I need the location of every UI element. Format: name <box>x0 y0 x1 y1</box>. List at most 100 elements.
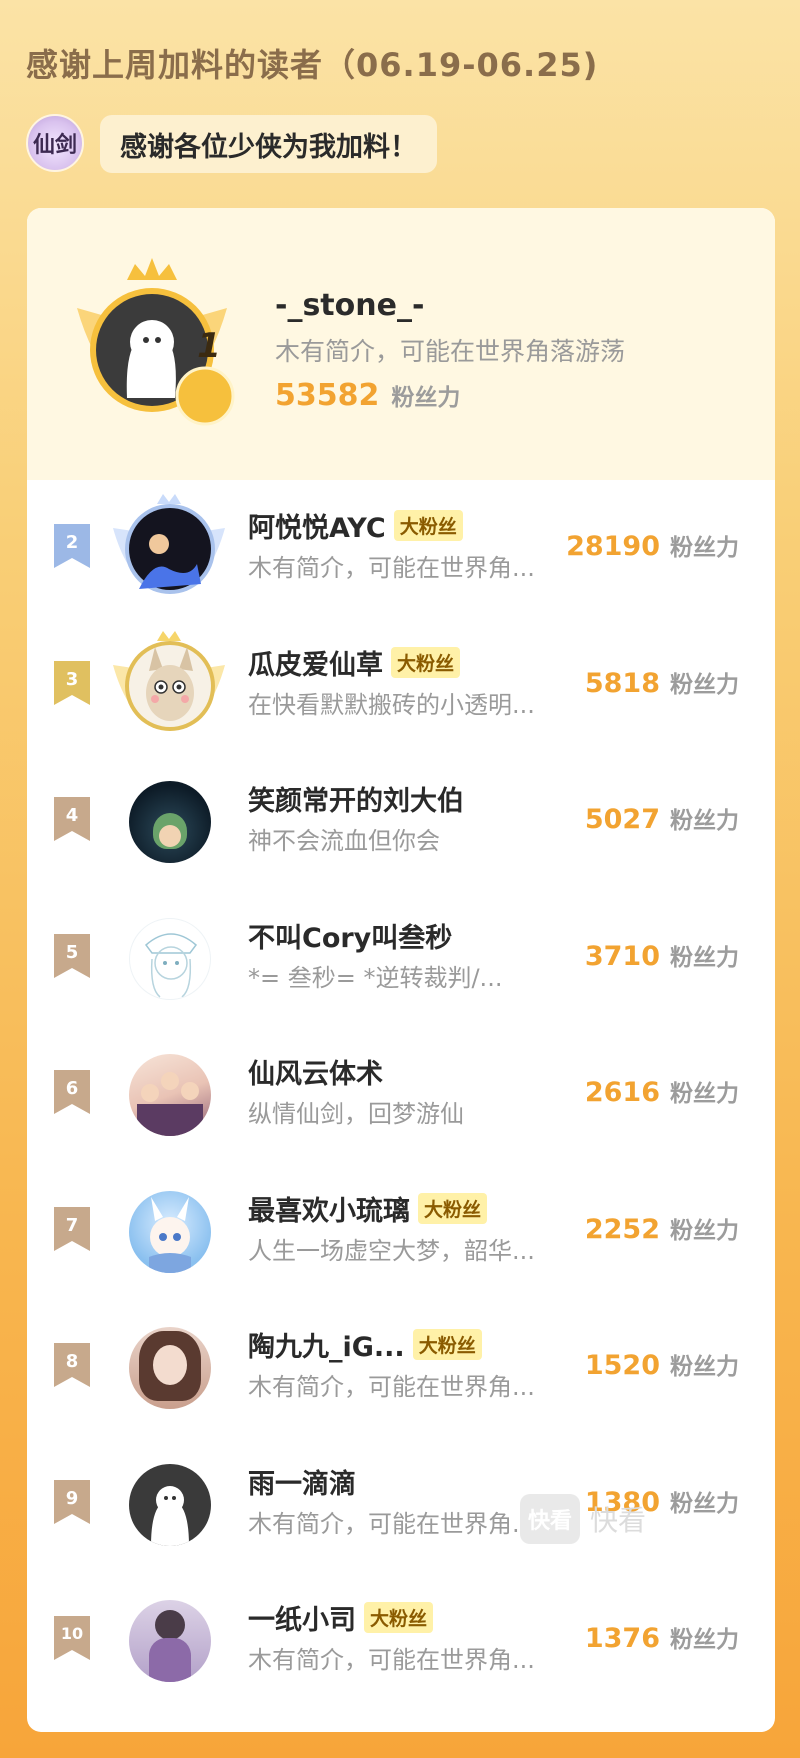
rank-tag-icon: 6 <box>54 1070 90 1114</box>
avatar[interactable] <box>109 1313 229 1423</box>
fan-badge: 大粉丝 <box>412 1329 482 1360</box>
score-unit: 粉丝力 <box>670 1490 739 1517</box>
reader-bio: *= 叁秒= *逆转裁判/... <box>248 963 503 992</box>
reader-list: 2 阿悦悦AYC 大粉丝 木有简介，可能在世界角... 28190 粉丝力 3 … <box>27 480 775 1709</box>
rank-tag-icon: 4 <box>54 797 90 841</box>
speaker-avatar[interactable]: 仙剑 <box>26 114 84 172</box>
reader-name[interactable]: 瓜皮爱仙草 <box>248 643 383 682</box>
reader-bio: 木有简介，可能在世界角... <box>248 1373 535 1401</box>
fan-badge: 大粉丝 <box>364 1602 434 1633</box>
score-unit: 粉丝力 <box>670 944 739 971</box>
top-reader-score: 53582 粉丝力 <box>275 378 460 413</box>
score-value: 5818 <box>584 667 660 699</box>
reader-name[interactable]: 笑颜常开的刘大伯 <box>248 779 464 818</box>
avatar[interactable] <box>109 630 229 741</box>
score-value: 53582 <box>275 378 380 413</box>
list-item[interactable]: 2 阿悦悦AYC 大粉丝 木有简介，可能在世界角... 28190 粉丝力 <box>27 480 775 617</box>
rank-number: 6 <box>65 1078 79 1099</box>
reader-bio: 木有简介，可能在世界角... <box>248 554 535 582</box>
reader-score: 1376 粉丝力 <box>585 1620 739 1654</box>
list-item[interactable]: 9 雨一滴滴 木有简介，可能在世界角... 1380 粉丝力 <box>27 1436 775 1573</box>
rank-number: 2 <box>65 532 79 553</box>
reader-score: 28190 粉丝力 <box>566 528 739 562</box>
avatar[interactable] <box>109 904 229 1014</box>
reader-score: 2252 粉丝力 <box>585 1211 739 1245</box>
score-value: 3710 <box>584 940 660 972</box>
reader-name[interactable]: 一纸小司 <box>248 1598 356 1637</box>
reader-name[interactable]: 陶九九_iG... <box>248 1325 405 1364</box>
avatar[interactable] <box>109 767 229 877</box>
avatar[interactable] <box>109 494 229 604</box>
reader-bio: 在快看默默搬砖的小透明... <box>248 690 535 719</box>
list-item[interactable]: 8 陶九九_iG... 大粉丝 木有简介，可能在世界角... 1520 粉丝力 <box>27 1299 775 1436</box>
reader-name[interactable]: 雨一滴滴 <box>248 1462 356 1501</box>
list-item[interactable]: 4 笑颜常开的刘大伯 神不会流血但你会 5027 粉丝力 <box>27 753 775 890</box>
score-unit: 粉丝力 <box>391 385 461 411</box>
top-reader-section[interactable]: 1 -_stone_- 木有简介，可能在世界角落游荡 53582 粉丝力 <box>27 208 775 480</box>
score-unit: 粉丝力 <box>670 671 739 698</box>
score-value: 28190 <box>566 531 660 562</box>
score-unit: 粉丝力 <box>670 1627 739 1653</box>
list-item[interactable]: 7 最喜欢小琉璃 大粉丝 人生一场虚空大梦，韶华... 2252 粉丝力 <box>27 1163 775 1300</box>
score-unit: 粉丝力 <box>670 1217 739 1244</box>
reader-bio: 木有简介，可能在世界角... <box>248 1646 535 1674</box>
reader-score: 3710 粉丝力 <box>585 938 739 972</box>
score-unit: 粉丝力 <box>670 808 739 834</box>
wings-icon <box>113 494 225 594</box>
score-unit: 粉丝力 <box>670 1081 739 1107</box>
watermark: 快看 快看 <box>520 1494 646 1544</box>
rank-tag-icon: 5 <box>54 933 90 978</box>
speech-bubble: 感谢各位少侠为我加料！ <box>100 115 437 173</box>
top-reader-name[interactable]: -_stone_- <box>275 288 424 323</box>
score-value: 5027 <box>584 804 660 835</box>
wings-icon <box>113 630 225 731</box>
score-value: 1376 <box>584 1623 660 1654</box>
reader-score: 2616 粉丝力 <box>585 1074 739 1108</box>
score-unit: 粉丝力 <box>670 1354 739 1380</box>
kuaikan-logo-icon: 快看 <box>520 1494 580 1544</box>
rank-number: 3 <box>65 668 79 690</box>
reader-bio: 神不会流血但你会 <box>248 827 440 855</box>
avatar[interactable] <box>109 1586 229 1696</box>
rank-1-number: 1 <box>197 326 221 366</box>
list-item[interactable]: 5 不叫Cory叫叁秒 *= 叁秒= *逆转裁判/... 3710 粉丝力 <box>27 890 775 1027</box>
reader-name[interactable]: 仙风云体术 <box>248 1052 383 1091</box>
rank-tag-icon: 10 <box>54 1616 90 1660</box>
reader-bio: 纵情仙剑，回梦游仙 <box>248 1100 464 1128</box>
rank-number: 5 <box>65 941 79 963</box>
list-item[interactable]: 3 瓜皮爱仙草 大粉丝 在快看默默搬砖的小透明... 5818 粉丝力 <box>27 617 775 754</box>
score-unit: 粉丝力 <box>670 535 739 561</box>
reader-score: 1520 粉丝力 <box>585 1347 739 1381</box>
rank-number: 8 <box>65 1351 79 1372</box>
reader-name[interactable]: 最喜欢小琉璃 <box>248 1189 410 1228</box>
leaderboard-card: 1 -_stone_- 木有简介，可能在世界角落游荡 53582 粉丝力 2 阿… <box>27 208 775 1732</box>
rank-tag-icon: 2 <box>54 524 90 568</box>
score-value: 1520 <box>584 1350 660 1381</box>
top-reader-bio: 木有简介，可能在世界角落游荡 <box>275 337 626 366</box>
rank-number: 9 <box>65 1487 79 1509</box>
rank-tag-icon: 8 <box>54 1343 90 1387</box>
reader-name[interactable]: 阿悦悦AYC <box>248 506 386 545</box>
avatar[interactable] <box>109 1040 229 1150</box>
rank-tag-icon: 3 <box>54 660 90 705</box>
avatar[interactable] <box>109 1450 229 1560</box>
score-value: 2616 <box>584 1077 660 1108</box>
list-item[interactable]: 6 仙风云体术 纵情仙剑，回梦游仙 2616 粉丝力 <box>27 1026 775 1163</box>
fan-badge: 大粉丝 <box>391 646 461 678</box>
rank-number: 4 <box>65 805 79 826</box>
fan-badge: 大粉丝 <box>393 510 463 541</box>
reader-bio: 人生一场虚空大梦，韶华... <box>248 1236 535 1265</box>
rank-tag-icon: 9 <box>54 1479 90 1524</box>
rank-tag-icon: 7 <box>54 1206 90 1251</box>
default-avatar-icon <box>151 1485 189 1546</box>
score-value: 2252 <box>584 1213 660 1245</box>
reader-bio: 木有简介，可能在世界角... <box>248 1509 535 1538</box>
reader-name[interactable]: 不叫Cory叫叁秒 <box>248 916 452 955</box>
reader-score: 5818 粉丝力 <box>585 665 739 699</box>
fan-badge: 大粉丝 <box>418 1192 488 1224</box>
list-item[interactable]: 10 一纸小司 大粉丝 木有简介，可能在世界角... 1376 粉丝力 <box>27 1572 775 1709</box>
watermark-text: 快看 <box>590 1504 647 1537</box>
avatar[interactable] <box>109 1177 229 1287</box>
rank-number: 10 <box>60 1624 84 1643</box>
rank-number: 7 <box>65 1214 79 1236</box>
